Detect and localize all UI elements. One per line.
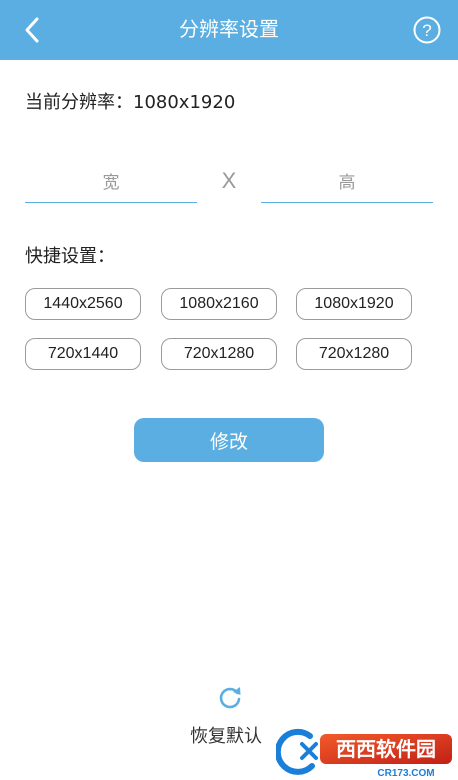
help-button[interactable]: ? <box>410 13 444 47</box>
top-bar: 分辨率设置 ? <box>0 0 458 60</box>
preset-1080x2160[interactable]: 1080x2160 <box>161 288 277 320</box>
page-title: 分辨率设置 <box>179 17 279 41</box>
svg-text:?: ? <box>422 21 431 40</box>
reset-default-button[interactable]: 恢复默认 <box>180 680 280 750</box>
reset-default-label: 恢复默认 <box>190 726 262 747</box>
question-circle-icon: ? <box>413 16 441 44</box>
current-resolution: 当前分辨率：1080x1920 <box>25 92 236 113</box>
watermark-logo: 西西软件园 CR173.COM <box>276 728 452 779</box>
preset-720x1280-b[interactable]: 720x1280 <box>296 338 412 370</box>
separator-x: X <box>221 168 237 193</box>
preset-720x1440[interactable]: 720x1440 <box>25 338 141 370</box>
preset-720x1280[interactable]: 720x1280 <box>161 338 277 370</box>
preset-1080x1920[interactable]: 1080x1920 <box>296 288 412 320</box>
modify-button[interactable]: 修改 <box>134 418 324 462</box>
height-input[interactable] <box>261 164 433 203</box>
width-input[interactable] <box>25 164 197 203</box>
refresh-icon <box>219 687 241 709</box>
watermark-brand: 西西软件园 <box>336 737 436 761</box>
watermark-url: CR173.COM <box>377 768 434 779</box>
preset-1440x2560[interactable]: 1440x2560 <box>25 288 141 320</box>
quick-settings-label: 快捷设置： <box>25 246 115 267</box>
